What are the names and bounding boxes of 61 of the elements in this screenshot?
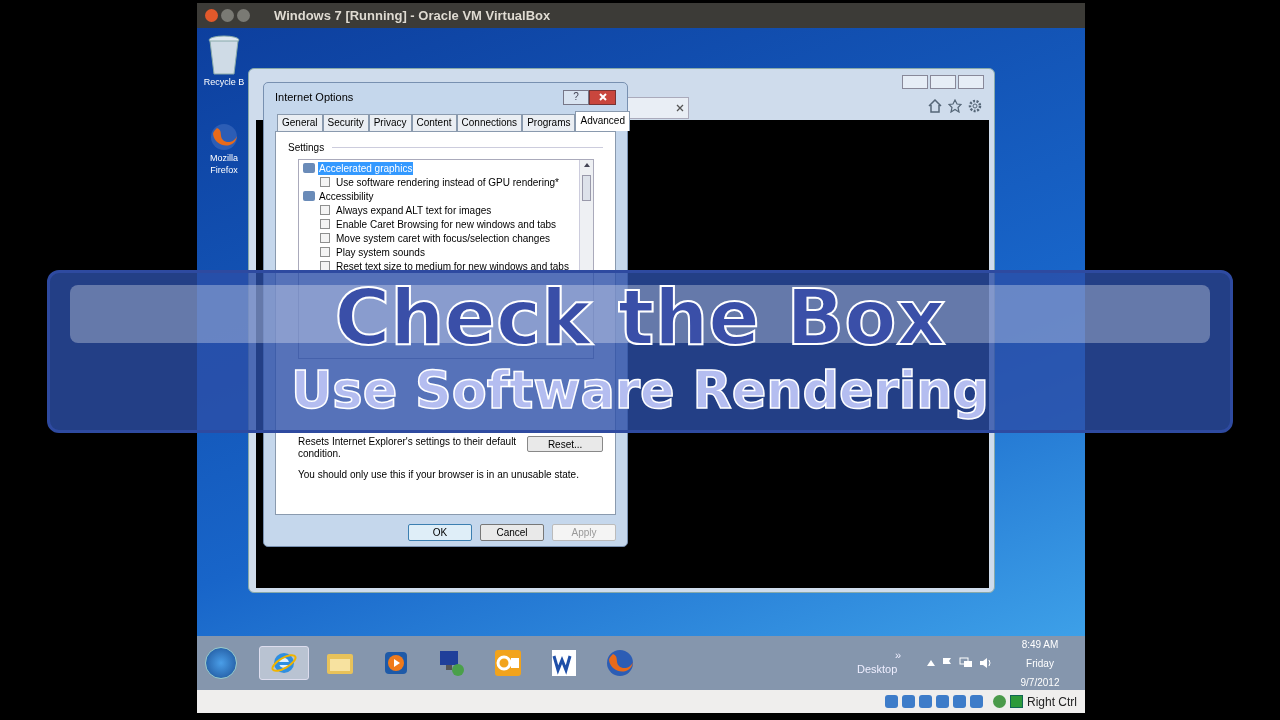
category-icon bbox=[303, 163, 315, 173]
play-icon bbox=[384, 651, 408, 675]
up-arrow-icon[interactable] bbox=[927, 660, 935, 666]
desktop-icon-label[interactable]: Recycle B bbox=[202, 76, 246, 88]
dialog-tab[interactable]: Privacy bbox=[368, 114, 412, 131]
dialog-tab[interactable]: General bbox=[277, 114, 323, 131]
device-icon[interactable] bbox=[919, 695, 932, 708]
device-icon[interactable] bbox=[902, 695, 915, 708]
banner-title: Check the Box bbox=[334, 273, 946, 363]
checkbox[interactable] bbox=[320, 177, 330, 187]
dialog-title: Internet Options bbox=[275, 89, 354, 105]
document-w-icon bbox=[550, 649, 578, 677]
scrollbar[interactable] bbox=[579, 160, 593, 272]
folder-icon bbox=[326, 651, 354, 675]
scroll-thumb[interactable] bbox=[582, 175, 591, 201]
help-button[interactable]: ? bbox=[563, 89, 589, 105]
settings-icon[interactable] bbox=[968, 99, 982, 113]
device-icon[interactable] bbox=[953, 695, 966, 708]
checkbox[interactable] bbox=[320, 247, 330, 257]
checkbox[interactable] bbox=[320, 219, 330, 229]
speaker-icon[interactable] bbox=[979, 657, 993, 669]
close-button[interactable] bbox=[589, 89, 616, 105]
reset-button[interactable]: Reset... bbox=[527, 436, 603, 452]
scroll-up-icon[interactable] bbox=[583, 163, 590, 167]
desktop-icon-label[interactable]: Mozilla Firefox bbox=[202, 152, 246, 176]
monitor-icon bbox=[438, 649, 466, 677]
dialog-button[interactable]: OK bbox=[408, 524, 472, 541]
recycle-bin-icon bbox=[207, 34, 241, 76]
device-icon[interactable] bbox=[885, 695, 898, 708]
host-key-label: Right Ctrl bbox=[1027, 693, 1077, 711]
window-title: Windows 7 [Running] - Oracle VM VirtualBox bbox=[274, 6, 551, 25]
home-icon[interactable] bbox=[928, 99, 942, 113]
star-icon[interactable] bbox=[948, 99, 962, 113]
dialog-tab[interactable]: Security bbox=[322, 114, 369, 131]
dialog-tab[interactable]: Connections bbox=[456, 114, 523, 131]
fox-globe-icon bbox=[605, 648, 635, 678]
dialog-button[interactable]: Cancel bbox=[480, 524, 544, 541]
banner-subtitle: Use Software Rendering bbox=[290, 363, 990, 419]
option-label: Move system caret with focus/selection changes bbox=[336, 231, 550, 246]
checkbox[interactable] bbox=[320, 233, 330, 243]
settings-category[interactable]: Accessibility bbox=[318, 189, 375, 203]
network-icon[interactable] bbox=[959, 657, 973, 669]
option-label: Reset text size to medium for new windows and tabs bbox=[336, 259, 569, 274]
fox-globe-icon bbox=[209, 122, 239, 152]
option-label: Always expand ALT text for images bbox=[336, 203, 492, 218]
start-button[interactable] bbox=[205, 647, 237, 679]
warning-text: You should only use this if your browser is in an unusable state. bbox=[298, 468, 580, 482]
device-icon[interactable] bbox=[970, 695, 983, 708]
option-label: Play system sounds bbox=[336, 245, 425, 260]
option-label: Enable Caret Browsing for new windows and tabs bbox=[336, 217, 557, 232]
envelope-icon bbox=[494, 649, 522, 677]
checkbox[interactable] bbox=[320, 205, 330, 215]
category-icon bbox=[303, 191, 315, 201]
reset-description: Resets Internet Explorer's settings to their default condition. bbox=[298, 436, 518, 460]
dialog-tab[interactable]: Programs bbox=[522, 114, 576, 131]
group-label: Settings bbox=[288, 141, 325, 155]
dialog-tab[interactable]: Content bbox=[411, 114, 457, 131]
option-label: Use software rendering instead of GPU rendering* bbox=[336, 175, 559, 190]
checkbox[interactable] bbox=[320, 261, 330, 271]
device-icon[interactable] bbox=[936, 695, 949, 708]
dialog-tab[interactable]: Advanced bbox=[575, 111, 630, 131]
